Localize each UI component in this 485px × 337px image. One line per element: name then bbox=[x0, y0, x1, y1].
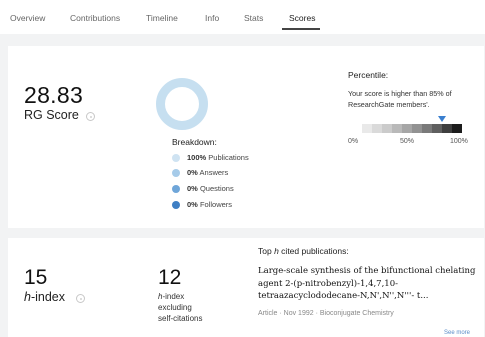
top-cited-title-pre: Top bbox=[258, 246, 275, 256]
info-icon[interactable] bbox=[86, 112, 95, 121]
tab-scores[interactable]: Scores bbox=[289, 13, 315, 23]
h-index-excl-line2: excluding bbox=[158, 303, 192, 312]
percentile-segment bbox=[422, 124, 432, 133]
rg-score-panel bbox=[8, 46, 484, 228]
percentile-segment bbox=[442, 124, 452, 133]
legend-dot-icon bbox=[172, 185, 180, 193]
breakdown-value: 100% bbox=[187, 153, 207, 162]
top-cited-title-post: cited publications: bbox=[278, 246, 349, 256]
percentile-segment bbox=[452, 124, 462, 133]
tab-overview[interactable]: Overview bbox=[10, 13, 45, 23]
tab-bar: Overview Contributions Timeline Info Sta… bbox=[0, 0, 485, 34]
legend-dot-icon bbox=[172, 201, 180, 209]
breakdown-value: 0% bbox=[187, 184, 198, 193]
tab-info[interactable]: Info bbox=[205, 13, 219, 23]
percentile-bar bbox=[362, 124, 462, 133]
breakdown-label: Questions bbox=[199, 184, 234, 193]
percentile-tick-100: 100% bbox=[450, 138, 468, 145]
tab-contributions[interactable]: Contributions bbox=[70, 13, 120, 23]
percentile-segment bbox=[412, 124, 422, 133]
percentile-title: Percentile: bbox=[348, 70, 389, 80]
h-index-excluding-label: h-index excluding self-citations bbox=[158, 291, 202, 324]
tab-timeline[interactable]: Timeline bbox=[146, 13, 178, 23]
breakdown-label: Publications bbox=[208, 153, 249, 162]
h-index-excl-line3: self-citations bbox=[158, 314, 203, 323]
legend-dot-icon bbox=[172, 154, 180, 162]
h-index-excl-line1: -index bbox=[162, 292, 185, 301]
percentile-marker-icon bbox=[438, 116, 446, 122]
breakdown-title: Breakdown: bbox=[172, 137, 217, 147]
rg-score-value: 28.83 bbox=[24, 82, 84, 108]
see-more-link[interactable]: See more bbox=[444, 330, 470, 336]
info-icon[interactable] bbox=[76, 294, 85, 303]
percentile-segment bbox=[432, 124, 442, 133]
percentile-description: Your score is higher than 85% of Researc… bbox=[348, 89, 452, 109]
tab-stats[interactable]: Stats bbox=[244, 13, 263, 23]
rg-score-label: RG Score bbox=[24, 108, 79, 122]
percentile-segment bbox=[382, 124, 392, 133]
publication-title-link[interactable]: Large-scale synthesis of the bifunctiona… bbox=[258, 265, 480, 303]
h-letter: h bbox=[24, 290, 31, 304]
h-index-label: h-index bbox=[24, 290, 65, 304]
percentile-tick-0: 0% bbox=[348, 138, 359, 145]
percentile-segment bbox=[402, 124, 412, 133]
breakdown-value: 0% bbox=[187, 168, 198, 177]
h-index-label-rest: -index bbox=[30, 290, 65, 304]
h-index-excluding-value: 12 bbox=[158, 266, 182, 289]
top-cited-title: Top h cited publications: bbox=[258, 246, 349, 256]
h-index-value: 15 bbox=[24, 266, 48, 289]
legend-dot-icon bbox=[172, 169, 180, 177]
percentile-segment bbox=[362, 124, 372, 133]
percentile-segment bbox=[392, 124, 402, 133]
publication-meta: Article · Nov 1992 · Bioconjugate Chemis… bbox=[258, 310, 394, 317]
percentile-segment bbox=[372, 124, 382, 133]
breakdown-donut-chart bbox=[156, 78, 208, 130]
breakdown-label: Followers bbox=[199, 200, 233, 209]
breakdown-label: Answers bbox=[199, 168, 229, 177]
breakdown-value: 0% bbox=[187, 200, 198, 209]
active-tab-indicator bbox=[282, 28, 320, 30]
percentile-tick-50: 50% bbox=[400, 138, 415, 145]
